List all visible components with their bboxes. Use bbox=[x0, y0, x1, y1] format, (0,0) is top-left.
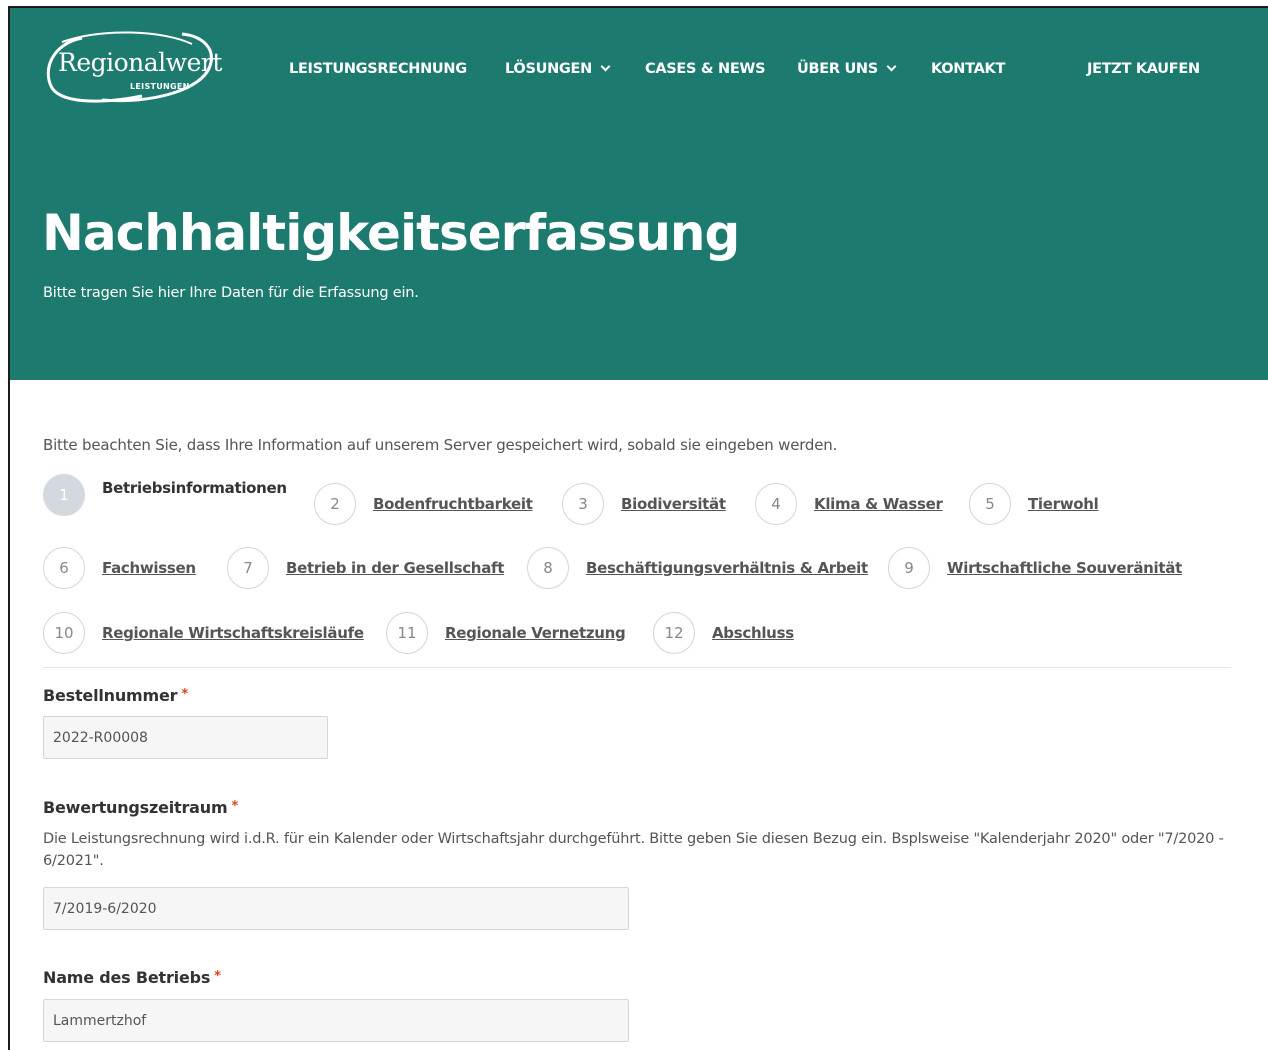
step-number: 1 bbox=[43, 474, 85, 516]
nav-item-leistungsrechnung[interactable]: LEISTUNGSRECHNUNG bbox=[289, 61, 467, 77]
step-number: 7 bbox=[227, 547, 269, 589]
farm-name-field[interactable] bbox=[43, 999, 629, 1042]
step-number: 9 bbox=[888, 547, 930, 589]
step-label: Fachwissen bbox=[102, 559, 196, 577]
step-number: 6 bbox=[43, 547, 85, 589]
step-7[interactable]: 7 Betrieb in der Gesellschaft bbox=[227, 547, 504, 589]
nav-label: JETZT KAUFEN bbox=[1087, 61, 1200, 77]
step-label: Betriebsinformationen bbox=[102, 479, 287, 497]
field-label-text: Bestellnummer bbox=[43, 686, 178, 705]
field-label-text: Name des Betriebs bbox=[43, 968, 211, 987]
nav-label: ÜBER UNS bbox=[797, 61, 878, 77]
step-number: 2 bbox=[314, 483, 356, 525]
step-label: Beschäftigungsverhältnis & Arbeit bbox=[586, 559, 868, 577]
period-help-text: Die Leistungsrechnung wird i.d.R. für ei… bbox=[43, 831, 1224, 869]
hero-section: Regionalwert LEISTUNGEN LEISTUNGSRECHNUN… bbox=[10, 8, 1268, 380]
step-number: 8 bbox=[527, 547, 569, 589]
required-marker: * bbox=[181, 687, 188, 702]
required-marker: * bbox=[214, 969, 221, 984]
step-number: 10 bbox=[43, 612, 85, 654]
step-label: Tierwohl bbox=[1028, 495, 1099, 513]
step-label: Regionale Wirtschaftskreisläufe bbox=[102, 624, 364, 642]
logo-subtitle: LEISTUNGEN bbox=[130, 82, 190, 91]
step-number: 4 bbox=[755, 483, 797, 525]
buy-now-button[interactable]: JETZT KAUFEN bbox=[1087, 61, 1200, 77]
logo-wordmark: Regionalwert bbox=[58, 48, 222, 77]
chevron-down-icon bbox=[886, 61, 897, 72]
nav-item-cases-news[interactable]: CASES & NEWS bbox=[645, 61, 766, 77]
nav-label: CASES & NEWS bbox=[645, 61, 766, 77]
nav-label: LEISTUNGSRECHNUNG bbox=[289, 61, 467, 77]
page-title: Nachhaltigkeitserfassung bbox=[42, 204, 740, 262]
period-field[interactable] bbox=[43, 887, 629, 930]
step-label: Biodiversität bbox=[621, 495, 726, 513]
step-5[interactable]: 5 Tierwohl bbox=[969, 483, 1099, 525]
nav-label: LÖSUNGEN bbox=[505, 61, 592, 77]
step-1[interactable]: 1 Betriebsinformationen bbox=[43, 474, 287, 516]
step-number: 3 bbox=[562, 483, 604, 525]
step-label: Klima & Wasser bbox=[814, 495, 943, 513]
required-marker: * bbox=[231, 799, 239, 814]
step-10[interactable]: 10 Regionale Wirtschaftskreisläufe bbox=[43, 612, 364, 654]
step-9[interactable]: 9 Wirtschaftliche Souveränität bbox=[888, 547, 1182, 589]
step-12[interactable]: 12 Abschluss bbox=[653, 612, 794, 654]
brand-logo[interactable]: Regionalwert LEISTUNGEN bbox=[42, 30, 222, 106]
step-label: Betrieb in der Gesellschaft bbox=[286, 559, 505, 577]
nav-item-kontakt[interactable]: KONTAKT bbox=[931, 61, 1005, 77]
chevron-down-icon bbox=[600, 61, 611, 72]
order-number-label: Bestellnummer * bbox=[43, 686, 188, 705]
step-4[interactable]: 4 Klima & Wasser bbox=[755, 483, 943, 525]
step-label: Regionale Vernetzung bbox=[445, 624, 626, 642]
farm-name-label: Name des Betriebs * bbox=[43, 968, 221, 987]
step-number: 11 bbox=[386, 612, 428, 654]
page-frame: Regionalwert LEISTUNGEN LEISTUNGSRECHNUN… bbox=[8, 6, 1268, 1050]
period-label: Bewertungszeitraum * bbox=[43, 798, 238, 817]
field-label-text: Bewertungszeitraum bbox=[43, 798, 228, 817]
step-label: Wirtschaftliche Souveränität bbox=[947, 559, 1182, 577]
step-label: Bodenfruchtbarkeit bbox=[373, 495, 533, 513]
step-label: Abschluss bbox=[712, 624, 794, 642]
storage-notice: Bitte beachten Sie, dass Ihre Informatio… bbox=[43, 436, 838, 454]
step-11[interactable]: 11 Regionale Vernetzung bbox=[386, 612, 626, 654]
step-8[interactable]: 8 Beschäftigungsverhältnis & Arbeit bbox=[527, 547, 868, 589]
nav-label: KONTAKT bbox=[931, 61, 1006, 77]
step-6[interactable]: 6 Fachwissen bbox=[43, 547, 196, 589]
page-subtitle: Bitte tragen Sie hier Ihre Daten für die… bbox=[43, 285, 419, 301]
step-3[interactable]: 3 Biodiversität bbox=[562, 483, 726, 525]
step-number: 5 bbox=[969, 483, 1011, 525]
step-number: 12 bbox=[653, 612, 695, 654]
nav-item-ueber-uns[interactable]: ÜBER UNS bbox=[797, 61, 897, 77]
step-2[interactable]: 2 Bodenfruchtbarkeit bbox=[314, 483, 533, 525]
steps-divider bbox=[43, 667, 1231, 668]
order-number-field[interactable] bbox=[43, 716, 328, 759]
nav-item-loesungen[interactable]: LÖSUNGEN bbox=[505, 61, 611, 77]
